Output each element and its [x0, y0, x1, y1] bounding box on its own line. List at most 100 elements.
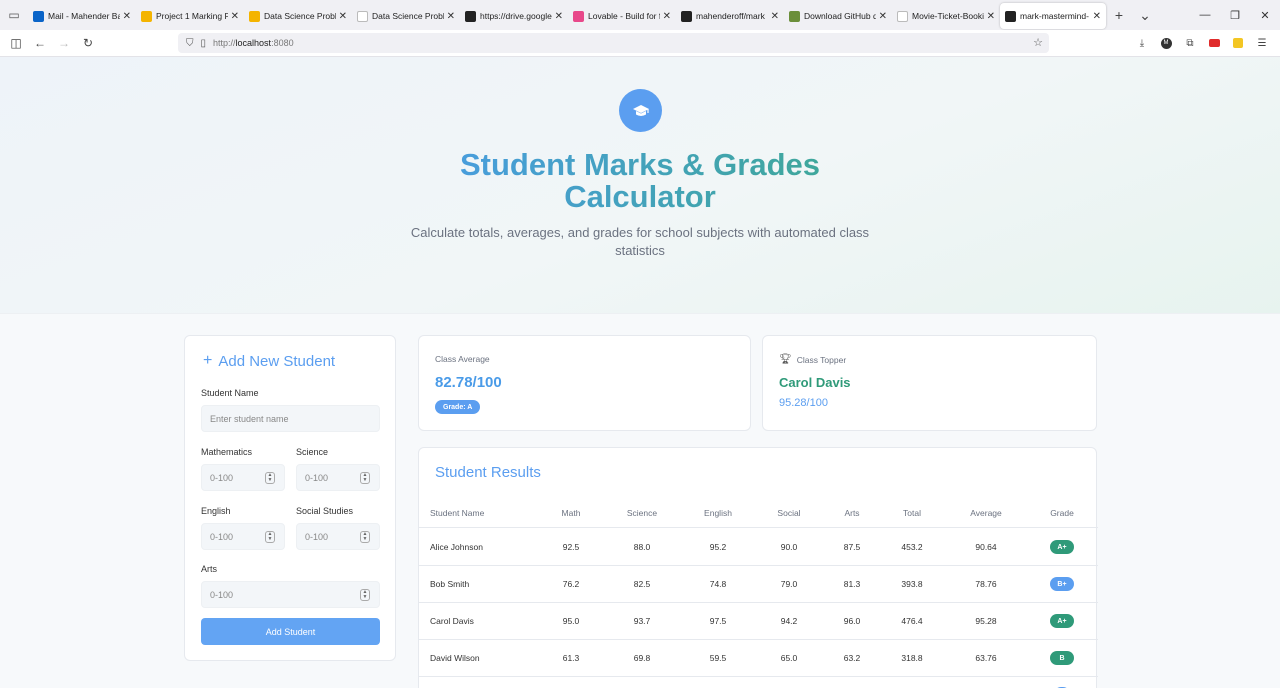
browser-tab[interactable]: mark-mastermind- ✕ [1000, 3, 1106, 29]
downloads-icon[interactable]: ⤓ [1132, 33, 1152, 53]
mathematics-input[interactable]: 0-100 ▲ ▼ [201, 464, 285, 491]
cell-name: Alice Johnson [430, 542, 483, 552]
browser-tab[interactable]: https://drive.google ✕ [460, 3, 568, 29]
cell-name: David Wilson [430, 653, 480, 663]
bookmark-star-icon[interactable]: ☆ [1033, 36, 1043, 49]
number-stepper-icon[interactable]: ▲ ▼ [360, 589, 370, 601]
close-tab-icon[interactable]: ✕ [555, 11, 563, 22]
close-tab-icon[interactable]: ✕ [447, 11, 455, 22]
lovable-icon [573, 10, 584, 22]
close-tab-icon[interactable]: ✕ [987, 11, 995, 22]
account-icon[interactable]: M [1156, 33, 1176, 53]
mathematics-placeholder: 0-100 [210, 472, 234, 483]
google-drive-icon [249, 10, 260, 22]
cell-science: 93.7 [633, 616, 651, 626]
minimize-icon[interactable]: — [1190, 0, 1220, 30]
mathematics-label: Mathematics [201, 447, 253, 457]
shield-icon[interactable]: ⛉ [186, 38, 194, 49]
url-scheme: http:// [213, 38, 236, 48]
grade-badge: A+ [1050, 614, 1074, 628]
close-tab-icon[interactable]: ✕ [123, 11, 131, 22]
page-info-icon[interactable]: ▯ [201, 38, 207, 49]
class-average-label: Class Average [435, 354, 490, 364]
table-row[interactable] [419, 677, 1098, 688]
new-tab-icon[interactable]: + [1106, 0, 1132, 30]
restore-icon[interactable]: ❐ [1220, 0, 1250, 30]
add-student-heading: + Add New Student [203, 352, 335, 370]
browser-tab[interactable]: Movie-Ticket-Booking-✕ [892, 3, 1000, 29]
class-average-grade-badge: Grade: A [435, 400, 481, 414]
trophy-icon: 🏆︎ [779, 354, 792, 365]
plus-icon: + [203, 352, 213, 369]
close-tab-icon[interactable]: ✕ [771, 11, 779, 22]
close-tab-icon[interactable]: ✕ [663, 11, 671, 22]
browser-tab[interactable]: Project 1 Marking P ✕ [136, 3, 244, 29]
table-row[interactable]: Alice Johnson 92.5 88.0 95.2 90.0 87.5 4… [419, 529, 1098, 566]
close-tab-icon[interactable]: ✕ [339, 11, 347, 22]
cell-math: 92.5 [562, 542, 580, 552]
browser-tab[interactable]: Data Science Problem S✕ [352, 3, 460, 29]
student-name-input[interactable]: Enter student name [201, 405, 380, 432]
close-tab-icon[interactable]: ✕ [231, 11, 239, 22]
cell-average: 90.64 [975, 542, 997, 552]
table-row[interactable]: David Wilson 61.3 69.8 59.5 65.0 63.2 31… [419, 640, 1098, 677]
student-name-label: Student Name [201, 388, 259, 398]
english-input[interactable]: 0-100 ▲ ▼ [201, 523, 285, 550]
url-host: localhost [235, 38, 272, 48]
reload-icon[interactable]: ↻ [76, 31, 100, 55]
student-results-title: Student Results [435, 464, 541, 481]
english-placeholder: 0-100 [210, 531, 234, 542]
cell-math: 61.3 [562, 653, 580, 663]
menu-hamburger-icon[interactable]: ☰ [1252, 33, 1272, 53]
sidebar-toggle-icon[interactable]: ◫ [4, 31, 28, 55]
column-header-grade: Grade [1050, 508, 1074, 518]
table-row[interactable]: Bob Smith 76.2 82.5 74.8 79.0 81.3 393.8… [419, 566, 1098, 603]
number-stepper-icon[interactable]: ▲ ▼ [265, 531, 275, 543]
cell-total: 476.4 [901, 616, 923, 626]
cell-english: 74.8 [709, 579, 727, 589]
browser-tab-title: mahenderoff/mark [696, 11, 765, 21]
extensions-puzzle-icon[interactable]: ⧉ [1180, 33, 1200, 53]
number-stepper-icon[interactable]: ▲ ▼ [265, 472, 275, 484]
close-tab-icon[interactable]: ✕ [1093, 11, 1101, 22]
social-studies-input[interactable]: 0-100 ▲ ▼ [296, 523, 380, 550]
arts-input[interactable]: 0-100 ▲ ▼ [201, 581, 380, 608]
cell-science: 69.8 [633, 653, 651, 663]
cell-science: 88.0 [633, 542, 651, 552]
add-student-card: + Add New Student Student Name Enter stu… [184, 335, 396, 661]
tab-overflow-chevron-icon[interactable]: ⌄ [1132, 0, 1158, 30]
close-window-icon[interactable]: ✕ [1250, 0, 1280, 30]
number-stepper-icon[interactable]: ▲ ▼ [360, 472, 370, 484]
class-topper-heading: 🏆︎ Class Topper [779, 354, 846, 365]
browser-tab-title: mark-mastermind- [1020, 11, 1089, 21]
notion-icon [465, 10, 476, 22]
cell-english: 97.5 [709, 616, 727, 626]
browser-tab-bar: ▭ Mail - Mahender Ba ✕ Project 1 Marking P… [0, 0, 1280, 30]
column-header-total: Total [903, 508, 921, 518]
url-bar[interactable]: ⛉ ▯ http://localhost:8080 ☆ [178, 33, 1049, 53]
browser-tab[interactable]: mahenderoff/mark ✕ [676, 3, 784, 29]
browser-tab[interactable]: Mail - Mahender Ba ✕ [28, 3, 136, 29]
social-studies-placeholder: 0-100 [305, 531, 329, 542]
class-topper-name: Carol Davis [779, 375, 851, 390]
number-stepper-icon[interactable]: ▲ ▼ [360, 531, 370, 543]
science-input[interactable]: 0-100 ▲ ▼ [296, 464, 380, 491]
browser-tab-title: Data Science Proble [264, 11, 336, 21]
browser-tab[interactable]: Data Science Proble ✕ [244, 3, 352, 29]
cell-total: 393.8 [901, 579, 923, 589]
browser-nav-bar: ◫ ← → ↻ ⛉ ▯ http://localhost:8080 ☆ ⤓ M … [0, 30, 1280, 57]
column-header-name: Student Name [430, 508, 485, 518]
youtube-extension-icon[interactable] [1204, 33, 1224, 53]
add-student-button[interactable]: Add Student [201, 618, 380, 645]
tab-list-icon[interactable]: ▭ [0, 0, 28, 30]
table-row[interactable]: Carol Davis 95.0 93.7 97.5 94.2 96.0 476… [419, 603, 1098, 640]
cell-math: 95.0 [562, 616, 580, 626]
blank-page-icon [357, 10, 368, 22]
browser-tab[interactable]: Lovable - Build for f ✕ [568, 3, 676, 29]
forward-arrow-icon[interactable]: → [52, 31, 76, 55]
browser-tab[interactable]: Download GitHub d ✕ [784, 3, 892, 29]
extension-icon[interactable] [1228, 33, 1248, 53]
back-arrow-icon[interactable]: ← [28, 31, 52, 55]
close-tab-icon[interactable]: ✕ [879, 11, 887, 22]
social-studies-label: Social Studies [296, 506, 354, 516]
